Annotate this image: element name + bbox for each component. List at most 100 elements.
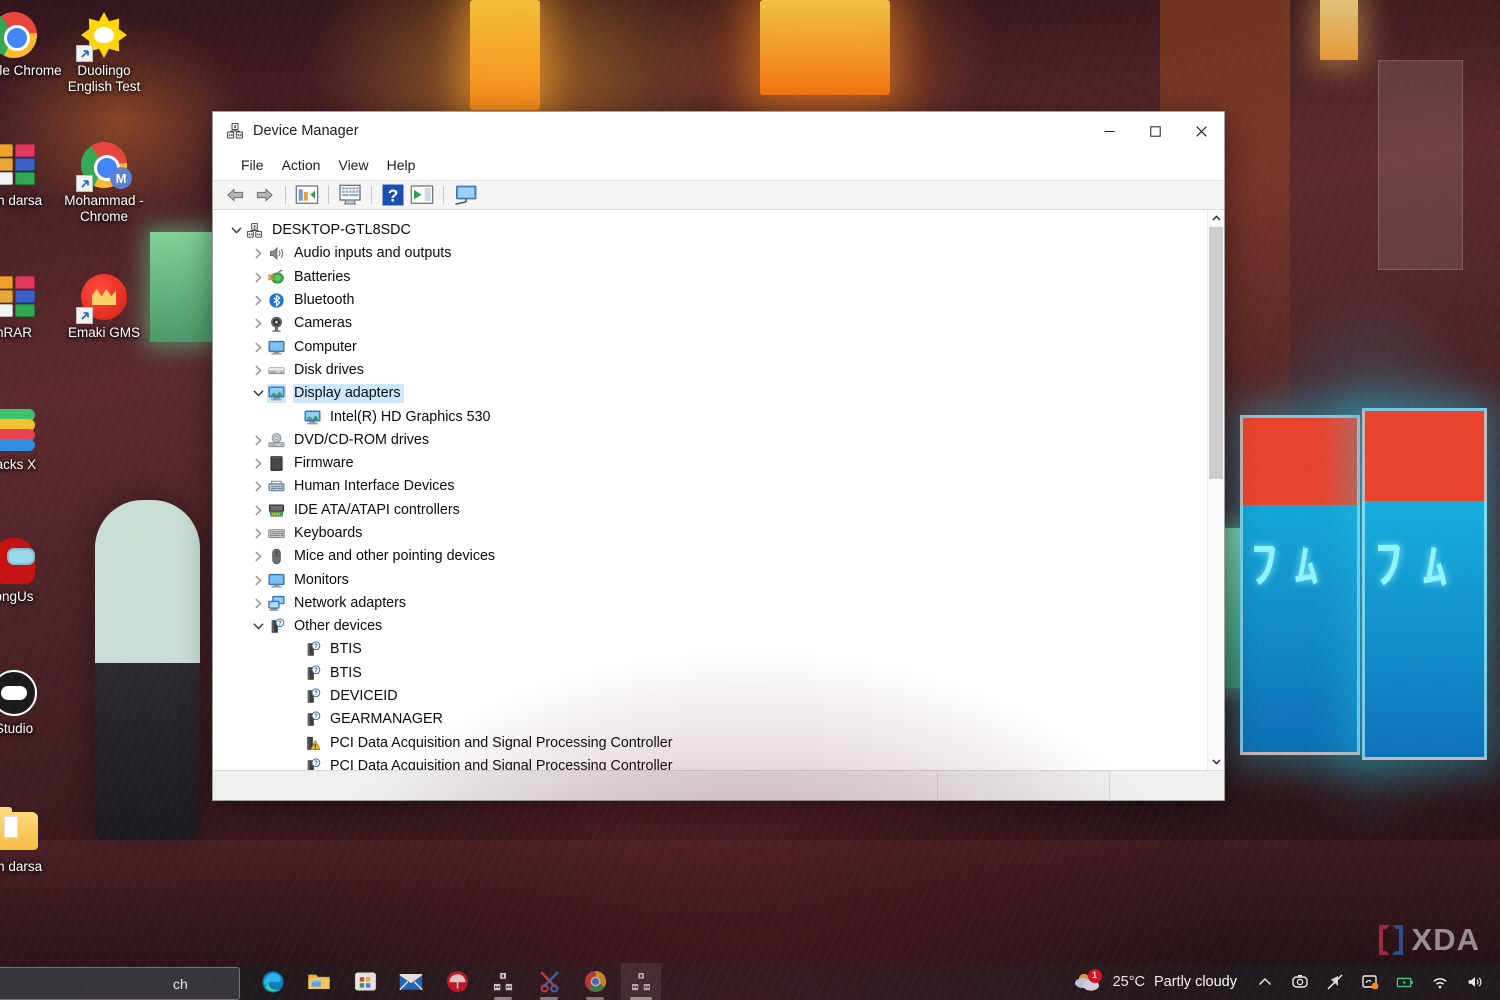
tree-item[interactable]: Mice and other pointing devices xyxy=(213,545,1207,568)
tree-item[interactable]: Computer xyxy=(213,335,1207,358)
tree-vertical-scrollbar[interactable] xyxy=(1207,210,1224,770)
tree-item[interactable]: Display adapters xyxy=(213,382,1207,405)
weather-widget[interactable]: 1 25°C Partly cloudy xyxy=(1070,968,1241,994)
tray-show-hidden-icons[interactable] xyxy=(1254,971,1276,993)
unknown-device-icon: ? xyxy=(303,640,322,659)
back-button[interactable] xyxy=(222,183,248,207)
taskbar-red-app[interactable] xyxy=(437,963,477,1000)
tray-microphone-muted-icon[interactable] xyxy=(1324,971,1346,993)
tree-item[interactable]: Audio inputs and outputs xyxy=(213,242,1207,265)
svg-text:?: ? xyxy=(314,668,318,674)
scroll-up-button[interactable] xyxy=(1208,210,1224,227)
tree-item[interactable]: PCI Data Acquisition and Signal Processi… xyxy=(213,732,1207,755)
search-input[interactable]: ch xyxy=(0,967,240,1000)
tree-item[interactable]: Keyboards xyxy=(213,522,1207,545)
scroll-down-button[interactable] xyxy=(1208,753,1224,770)
help-button[interactable]: ? xyxy=(380,183,406,207)
minimize-button[interactable] xyxy=(1086,112,1132,150)
chevron-right-icon[interactable] xyxy=(249,292,267,310)
chevron-right-icon[interactable] xyxy=(249,315,267,333)
chevron-down-icon[interactable] xyxy=(227,222,245,240)
desktop-icon-duolingo-english-test[interactable]: Duolingo English Test xyxy=(56,10,152,95)
tree-item[interactable]: Bluetooth xyxy=(213,289,1207,312)
taskbar-edge[interactable] xyxy=(253,963,293,1000)
chrome-icon xyxy=(0,10,39,60)
tree-item-label: GEARMANAGER xyxy=(330,711,443,728)
chevron-right-icon[interactable] xyxy=(249,525,267,543)
taskbar-chrome[interactable] xyxy=(575,963,615,1000)
tray-wifi-icon[interactable] xyxy=(1429,971,1451,993)
tree-item[interactable]: DVD/CD-ROM drives xyxy=(213,429,1207,452)
desktop-icon-winrar-bottom[interactable]: nRAR xyxy=(0,272,62,341)
menu-action[interactable]: Action xyxy=(273,154,330,176)
tree-item[interactable]: Firmware xyxy=(213,452,1207,475)
tree-item[interactable]: ? GEARMANAGER xyxy=(213,708,1207,731)
chevron-right-icon[interactable] xyxy=(249,431,267,449)
tree-item[interactable]: ? BTIS xyxy=(213,662,1207,685)
tree-item[interactable]: Network adapters xyxy=(213,592,1207,615)
desktop-icon-google-chrome[interactable]: Google Chrome xyxy=(0,10,62,79)
chevron-right-icon[interactable] xyxy=(249,501,267,519)
maximize-button[interactable] xyxy=(1132,112,1178,150)
tray-onedrive-sync-icon[interactable] xyxy=(1359,971,1381,993)
device-manager-icon xyxy=(630,971,652,993)
taskbar-snipping-tool[interactable] xyxy=(529,963,569,1000)
taskbar-device-manager-1[interactable] xyxy=(483,963,523,1000)
scrollbar-track[interactable] xyxy=(1208,227,1224,753)
chevron-right-icon[interactable] xyxy=(249,478,267,496)
desktop-icon-winrar-top[interactable]: om darsa xyxy=(0,140,62,209)
scrollbar-thumb[interactable] xyxy=(1209,227,1223,480)
chevron-right-icon[interactable] xyxy=(249,245,267,263)
chevron-right-icon[interactable] xyxy=(249,455,267,473)
tree-item[interactable]: ? DEVICEID xyxy=(213,685,1207,708)
chevron-right-icon[interactable] xyxy=(249,571,267,589)
chevron-right-icon[interactable] xyxy=(249,361,267,379)
tree-item[interactable]: IDE ATA/ATAPI controllers xyxy=(213,499,1207,522)
desktop-icon-studio[interactable]: Studio xyxy=(0,668,62,737)
tree-item[interactable]: Human Interface Devices xyxy=(213,475,1207,498)
forward-button[interactable] xyxy=(251,183,277,207)
scan-hardware-button[interactable] xyxy=(409,183,435,207)
desktop-icon-folder-darsa[interactable]: om darsa xyxy=(0,806,62,875)
menu-help[interactable]: Help xyxy=(378,154,425,176)
snipping-tool-icon xyxy=(538,970,561,993)
desktop-icon-mohammad-chrome[interactable]: M Mohammad - Chrome xyxy=(56,140,152,225)
menu-file[interactable]: File xyxy=(232,154,273,176)
tree-item[interactable]: ? Other devices xyxy=(213,615,1207,638)
tree-item-label: IDE ATA/ATAPI controllers xyxy=(294,501,460,518)
tree-item[interactable]: ? PCI Data Acquisition and Signal Process… xyxy=(213,755,1207,770)
properties-button[interactable] xyxy=(294,183,320,207)
taskbar-microsoft-store[interactable] xyxy=(345,963,385,1000)
chevron-right-icon[interactable] xyxy=(249,268,267,286)
tree-item[interactable]: Cameras xyxy=(213,312,1207,335)
tray-camera-icon[interactable] xyxy=(1289,971,1311,993)
taskbar-device-manager-2[interactable] xyxy=(621,963,661,1000)
bluetooth-icon xyxy=(267,291,286,310)
tree-item[interactable]: Batteries xyxy=(213,266,1207,289)
shortcut-arrow-icon xyxy=(76,307,93,324)
close-button[interactable] xyxy=(1178,112,1224,150)
tree-item[interactable]: Intel(R) HD Graphics 530 xyxy=(213,405,1207,428)
update-driver-button[interactable] xyxy=(337,183,363,207)
chevron-down-icon[interactable] xyxy=(249,385,267,403)
chevron-right-icon[interactable] xyxy=(249,548,267,566)
desktop-icon-emaki-gms[interactable]: Emaki GMS xyxy=(56,272,152,341)
winrar-icon xyxy=(0,140,39,190)
desktop-icon-amongus[interactable]: ongUs xyxy=(0,536,62,605)
taskbar-file-explorer[interactable] xyxy=(299,963,339,1000)
menu-view[interactable]: View xyxy=(329,154,377,176)
tree-item[interactable]: Monitors xyxy=(213,568,1207,591)
tree-item[interactable]: ? BTIS xyxy=(213,638,1207,661)
tree-item[interactable]: DESKTOP-GTL8SDC xyxy=(213,219,1207,242)
chevron-down-icon[interactable] xyxy=(249,618,267,636)
taskbar-mail[interactable] xyxy=(391,963,431,1000)
device-tree[interactable]: DESKTOP-GTL8SDC Audio inputs and outputs B… xyxy=(213,210,1207,770)
window-titlebar[interactable]: Device Manager xyxy=(213,112,1224,150)
show-hidden-devices-button[interactable] xyxy=(452,183,478,207)
tray-battery-icon[interactable] xyxy=(1394,971,1416,993)
chevron-right-icon[interactable] xyxy=(249,338,267,356)
chevron-right-icon[interactable] xyxy=(249,594,267,612)
tray-volume-icon[interactable] xyxy=(1464,971,1486,993)
desktop-icon-bluestacks-x[interactable]: tacks X xyxy=(0,404,62,473)
tree-item[interactable]: Disk drives xyxy=(213,359,1207,382)
